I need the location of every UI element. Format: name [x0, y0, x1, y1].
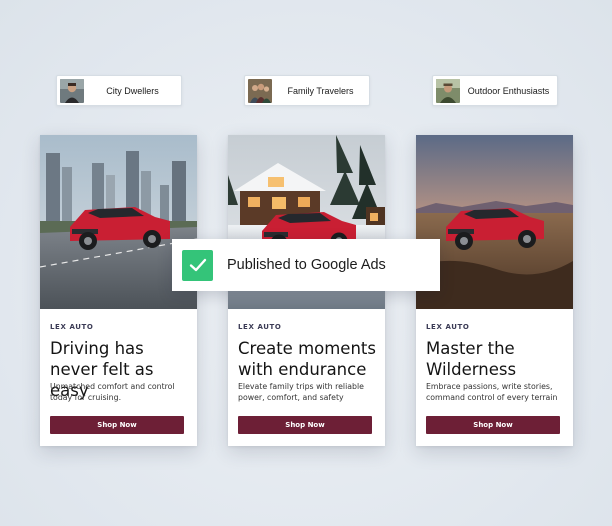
ad-headline: Create moments with endurance: [238, 339, 376, 379]
brand-label: LEX AUTO: [50, 323, 94, 331]
shop-now-button[interactable]: Shop Now: [426, 416, 560, 434]
persona-label: Outdoor Enthusiasts: [467, 85, 550, 96]
shop-now-button[interactable]: Shop Now: [50, 416, 184, 434]
published-notification: Published to Google Ads: [172, 239, 440, 291]
brand-label: LEX AUTO: [426, 323, 470, 331]
ad-body-text: Unmatched comfort and control today for …: [50, 382, 175, 402]
brand-label: LEX AUTO: [238, 323, 282, 331]
ad-body-text: Elevate family trips with reliable power…: [238, 382, 364, 402]
persona-label: City Dwellers: [106, 85, 159, 96]
published-message: Published to Google Ads: [227, 257, 386, 273]
ad-headline: Master the Wilderness: [426, 339, 517, 379]
check-icon: [182, 249, 213, 281]
shop-now-button[interactable]: Shop Now: [238, 416, 372, 434]
city-dwellers-avatar: [60, 78, 84, 103]
persona-chip-city-dwellers[interactable]: City Dwellers: [56, 75, 182, 106]
persona-label: Family Travelers: [287, 85, 354, 96]
ad-body-text: Embrace passions, write stories, command…: [426, 382, 558, 402]
outdoor-enthusiasts-avatar: [436, 78, 460, 103]
family-travelers-avatar: [248, 78, 272, 103]
persona-chip-family-travelers[interactable]: Family Travelers: [244, 75, 370, 106]
persona-chip-outdoor-enthusiasts[interactable]: Outdoor Enthusiasts: [432, 75, 558, 106]
